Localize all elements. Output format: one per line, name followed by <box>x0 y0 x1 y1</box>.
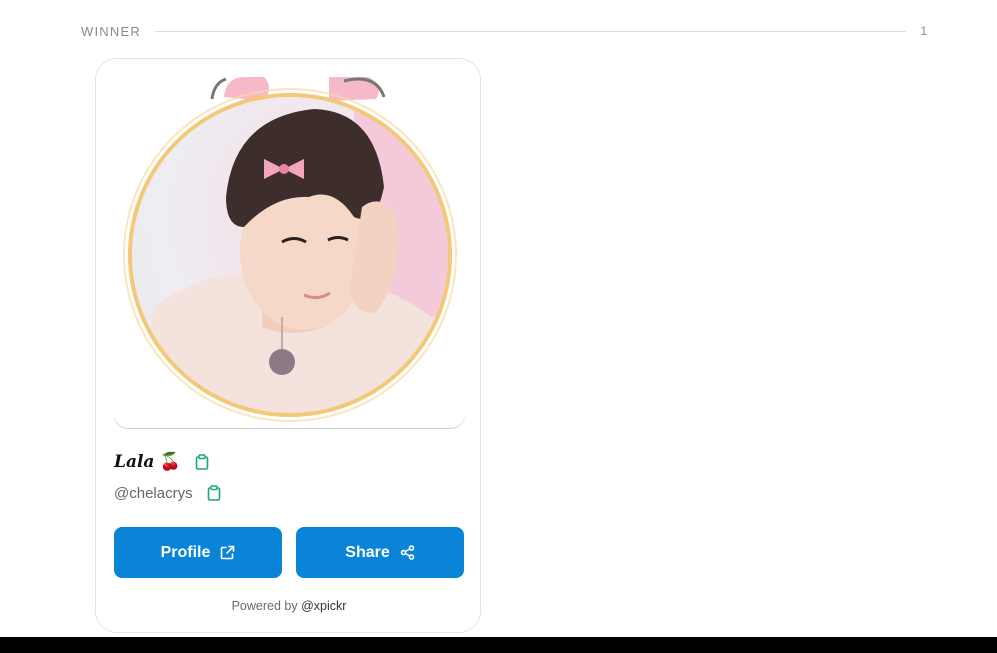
powered-by-handle[interactable]: @xpickr <box>301 599 346 613</box>
section-count: 1 <box>920 24 927 38</box>
share-icon <box>400 545 415 560</box>
profile-button[interactable]: Profile <box>114 527 282 578</box>
page: WINNER 1 Lala 🍒 @chelacrys Profile Share… <box>0 0 997 653</box>
profile-photo-art <box>123 77 457 422</box>
handle-row: @chelacrys <box>114 482 221 504</box>
external-link-icon <box>220 545 235 560</box>
section-header: WINNER 1 <box>81 22 927 40</box>
profile-button-label: Profile <box>160 543 211 561</box>
bottom-bar <box>0 637 997 653</box>
powered-by: Powered by @xpickr <box>96 599 482 613</box>
section-title: WINNER <box>81 23 141 39</box>
cherry-emoji: 🍒 <box>159 452 181 471</box>
winner-card: Lala 🍒 @chelacrys Profile Share Powered … <box>95 58 481 633</box>
share-button-label: Share <box>345 543 390 561</box>
clipboard-icon[interactable] <box>195 454 209 470</box>
winner-name: Lala <box>114 452 155 472</box>
name-row: Lala 🍒 <box>114 450 209 474</box>
share-button[interactable]: Share <box>296 527 464 578</box>
powered-by-prefix: Powered by <box>231 599 298 613</box>
clipboard-icon[interactable] <box>207 485 221 501</box>
profile-photo <box>114 77 465 428</box>
winner-handle: @chelacrys <box>114 484 193 502</box>
section-divider <box>154 30 907 32</box>
